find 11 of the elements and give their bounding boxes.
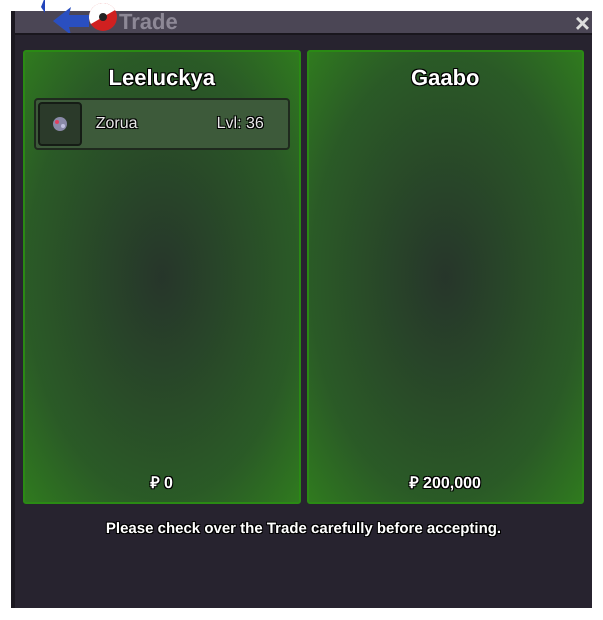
player-name: Gaabo — [411, 64, 480, 92]
pokemon-name: Zorua — [96, 114, 138, 134]
money-amount: ₽ 200,000 — [410, 474, 481, 494]
trade-warning: Please check over the Trade carefully before accepting. — [104, 519, 502, 539]
player-name: Leeluckya — [108, 64, 215, 92]
money-amount: ₽ 0 — [150, 474, 173, 494]
close-button[interactable]: × — [574, 13, 590, 33]
pokemon-level: Lvl: 36 — [216, 114, 264, 134]
pokemon-slot[interactable]: Zorua Lvl: 36 — [34, 98, 290, 150]
window-title: Trade — [119, 11, 178, 33]
pokemon-sprite-icon — [38, 102, 82, 146]
